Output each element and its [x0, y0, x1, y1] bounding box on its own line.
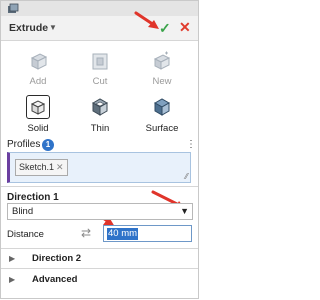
thin-button[interactable]: Thin — [78, 95, 122, 134]
profiles-selection-field[interactable]: Sketch.1 ✕ ⁄⁄ — [7, 152, 191, 183]
add-label: Add — [29, 76, 47, 87]
new-button[interactable]: New — [140, 50, 184, 87]
solid-label: Solid — [27, 123, 49, 134]
distance-value: 40 mm — [107, 228, 139, 240]
cut-body-icon — [92, 53, 108, 70]
solid-button[interactable]: Solid — [16, 95, 60, 134]
chevron-down-icon: ▼ — [180, 206, 189, 216]
chevron-right-icon: ▶ — [9, 254, 16, 263]
add-body-icon — [30, 53, 48, 70]
end-type-value: Blind — [12, 206, 34, 217]
section-direction2[interactable]: ▶ Direction 2 — [7, 253, 193, 265]
remove-icon[interactable]: ✕ — [56, 160, 64, 175]
section-label: Advanced — [32, 274, 78, 285]
thin-label: Thin — [90, 123, 110, 134]
profiles-count-badge: 1 — [42, 139, 54, 151]
section-advanced[interactable]: ▶ Advanced — [7, 274, 193, 286]
section-label: Direction 2 — [32, 253, 82, 264]
end-type-select[interactable]: Blind ▼ — [7, 203, 193, 220]
chevron-right-icon: ▶ — [9, 275, 16, 284]
close-icon[interactable]: ✕ — [179, 19, 191, 36]
distance-input[interactable]: 40 mm — [103, 225, 192, 242]
profile-chip[interactable]: Sketch.1 ✕ — [15, 159, 68, 176]
profile-chip-label: Sketch.1 — [19, 162, 55, 172]
feature-title-dropdown[interactable]: Extrude — [9, 22, 48, 34]
surface-label: Surface — [145, 123, 179, 134]
cut-label: Cut — [92, 76, 108, 87]
chevron-down-icon[interactable]: ▼ — [49, 23, 57, 32]
panel-header: Extrude ▼ ✓ ✕ — [1, 16, 198, 41]
divider — [1, 268, 198, 269]
surface-button[interactable]: Surface — [140, 95, 184, 134]
checkmark-icon[interactable]: ✓ — [159, 20, 171, 37]
solid-icon — [30, 100, 46, 115]
add-button[interactable]: Add — [16, 50, 60, 87]
flip-direction-icon[interactable]: ⇄ — [81, 226, 91, 240]
panel-top-strip — [1, 1, 198, 17]
new-body-icon — [153, 51, 171, 70]
more-options-icon[interactable]: ⋮ — [186, 139, 196, 150]
new-label: New — [152, 76, 172, 87]
resize-handle-icon[interactable]: ⁄⁄ — [185, 172, 188, 181]
cut-button[interactable]: Cut — [78, 50, 122, 87]
selected-indicator — [26, 95, 50, 119]
divider — [1, 186, 198, 187]
surface-icon — [153, 98, 171, 116]
extrude-feature-icon[interactable] — [7, 3, 19, 14]
direction1-title: Direction 1 — [7, 192, 59, 203]
profiles-label: Profiles — [7, 139, 41, 150]
divider — [1, 248, 198, 249]
distance-label: Distance — [7, 229, 44, 240]
thin-icon — [91, 98, 109, 116]
